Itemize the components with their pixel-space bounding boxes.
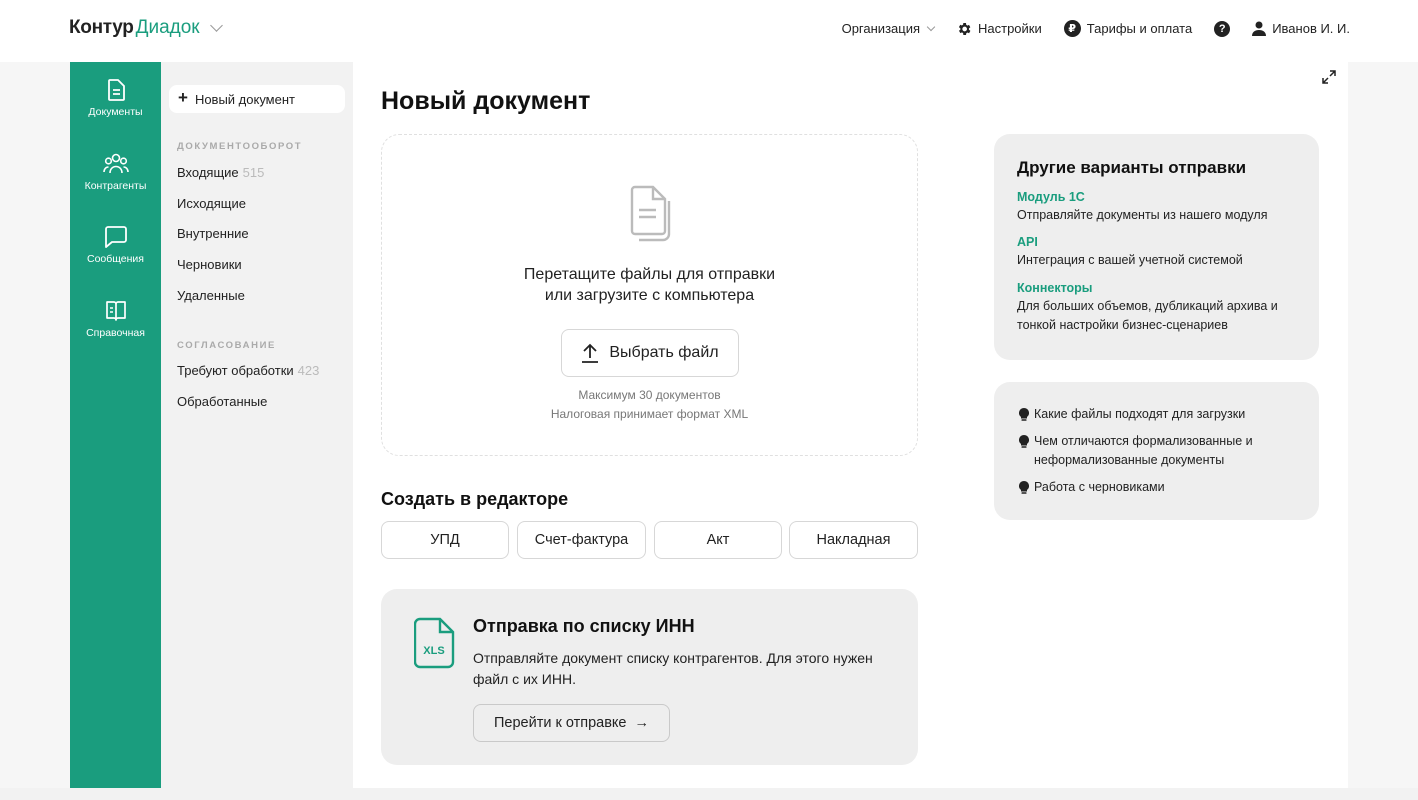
inn-card-description: Отправляйте документ списку контрагентов…: [473, 650, 873, 687]
app-rail: Документы Контрагенты Сообщения Справочн…: [70, 62, 161, 788]
rail-item-reference[interactable]: Справочная: [70, 299, 161, 339]
sidebar-item-outgoing[interactable]: Исходящие: [177, 196, 246, 211]
new-document-label: Новый документ: [194, 91, 295, 107]
template-act-button[interactable]: Акт: [654, 521, 782, 559]
go-to-sending-button[interactable]: Перейти к отправке →: [473, 704, 670, 742]
sidebar-item-processed[interactable]: Обработанные: [177, 394, 267, 409]
sidebar-item-count: 515: [242, 165, 265, 180]
inn-list-card: XLS Отправка по списку ИНН Отправляйте д…: [381, 589, 918, 765]
people-icon: [102, 153, 129, 174]
go-to-sending-label: Перейти к отправке: [494, 715, 627, 731]
chevron-down-icon: [926, 22, 936, 31]
rail-item-messages[interactable]: Сообщения: [70, 225, 161, 265]
settings-link[interactable]: Настройки: [956, 21, 1042, 37]
template-invoice-button[interactable]: Счет-фактура: [517, 521, 646, 559]
tip-label: Какие файлы подходят для загрузки: [1034, 407, 1246, 421]
app-logo[interactable]: Контур Диадок: [69, 17, 223, 39]
choose-file-button[interactable]: Выбрать файл: [561, 329, 739, 377]
sidebar-item-needs-processing[interactable]: Требуют обработки 423: [177, 363, 319, 378]
user-name: Иванов И. И.: [1272, 21, 1350, 36]
section-header-approval: СОГЛАСОВАНИЕ: [177, 340, 276, 351]
file-drop-zone[interactable]: Перетащите файлы для отправки или загруз…: [381, 134, 918, 456]
top-header: Контур Диадок Организация Настройки ₽ Та…: [0, 0, 1418, 62]
template-waybill-button[interactable]: Накладная: [789, 521, 918, 559]
drop-text-line1: Перетащите файлы для отправки: [523, 266, 776, 283]
option-link-1c[interactable]: Модуль 1С: [1017, 190, 1085, 204]
drop-text-line2: или загрузите с компьютера: [544, 287, 755, 304]
sidebar-item-label: Требуют обработки: [177, 363, 294, 378]
option-desc-api: Интеграция с вашей учетной системой: [1017, 253, 1243, 267]
template-upd-button[interactable]: УПД: [381, 521, 509, 559]
rail-label: Справочная: [86, 327, 145, 339]
billing-label: Тарифы и оплата: [1086, 21, 1193, 36]
main-content: Новый документ Перетащите файлы для отпр…: [353, 62, 1348, 788]
tips-card: Какие файлы подходят для загрузки Чем от…: [994, 382, 1319, 520]
logo-kontur: Контур: [69, 17, 134, 38]
sidebar-item-drafts[interactable]: Черновики: [177, 257, 242, 272]
inn-card-title: Отправка по списку ИНН: [473, 616, 695, 636]
sidebar-item-deleted[interactable]: Удаленные: [177, 288, 245, 303]
plus-icon: +: [178, 88, 188, 107]
help-button[interactable]: ?: [1214, 20, 1231, 37]
message-icon: [104, 226, 127, 248]
bottom-bar: [0, 788, 1418, 800]
drop-hint-format: Налоговая принимает формат XML: [550, 407, 749, 421]
rail-item-documents[interactable]: Документы: [70, 78, 161, 118]
xls-label: XLS: [423, 645, 444, 657]
option-desc-1c: Отправляйте документы из нашего модуля: [1017, 208, 1268, 222]
other-options-card: Другие варианты отправки Модуль 1С Отпра…: [994, 134, 1319, 360]
tip-label: Работа с черновиками: [1034, 480, 1165, 494]
option-link-connectors[interactable]: Коннекторы: [1017, 281, 1092, 295]
xls-file-icon: XLS: [414, 617, 455, 669]
sidebar-item-label: Входящие: [177, 165, 239, 180]
editor-section-title: Создать в редакторе: [381, 489, 569, 509]
book-icon: [105, 301, 126, 321]
help-icon: ?: [1214, 20, 1231, 37]
organization-menu[interactable]: Организация: [841, 21, 936, 36]
section-header-docflow: ДОКУМЕНТООБОРОТ: [177, 141, 303, 152]
tip-link[interactable]: Чем отличаются формализованные и неформа…: [1019, 432, 1264, 470]
top-nav: Организация Настройки ₽ Тарифы и оплата …: [820, 20, 1350, 37]
tip-link[interactable]: Какие файлы подходят для загрузки: [1019, 405, 1245, 424]
page-title: Новый документ: [381, 87, 591, 115]
new-document-button[interactable]: + Новый документ: [169, 85, 345, 113]
organization-label: Организация: [841, 21, 920, 36]
rail-label: Контрагенты: [84, 180, 147, 192]
tip-label: Чем отличаются формализованные и неформа…: [1034, 434, 1253, 467]
user-menu[interactable]: Иванов И. И.: [1252, 21, 1350, 36]
rail-label: Сообщения: [87, 253, 144, 265]
lightbulb-icon: [1019, 481, 1029, 494]
ruble-icon: ₽: [1063, 20, 1081, 37]
lightbulb-icon: [1019, 435, 1029, 448]
arrow-right-icon: →: [634, 715, 650, 731]
option-desc-connectors: Для больших объемов, дубликаций архива и…: [1017, 299, 1278, 332]
expand-icon[interactable]: [1322, 70, 1336, 84]
document-icon: [107, 79, 125, 101]
logo-diadok: Диадок: [135, 17, 200, 38]
rail-item-contractors[interactable]: Контрагенты: [70, 152, 161, 192]
rail-label: Документы: [88, 106, 143, 118]
choose-file-label: Выбрать файл: [609, 344, 719, 361]
upload-icon: [582, 343, 599, 363]
billing-link[interactable]: ₽ Тарифы и оплата: [1063, 20, 1193, 37]
settings-label: Настройки: [978, 21, 1042, 36]
gear-icon: [958, 22, 971, 35]
tip-link[interactable]: Работа с черновиками: [1019, 478, 1165, 497]
sidebar-item-internal[interactable]: Внутренние: [177, 226, 249, 241]
option-link-api[interactable]: API: [1017, 235, 1038, 249]
sidebar-item-incoming[interactable]: Входящие 515: [177, 165, 264, 180]
document-stack-icon: [630, 185, 671, 242]
lightbulb-icon: [1019, 408, 1029, 421]
drop-hint-max: Максимум 30 документов: [578, 388, 721, 402]
chevron-down-icon[interactable]: [209, 19, 223, 32]
user-icon: [1252, 21, 1267, 36]
sidebar: + Новый документ ДОКУМЕНТООБОРОТ Входящи…: [161, 62, 353, 788]
other-options-title: Другие варианты отправки: [1017, 158, 1247, 177]
sidebar-item-count: 423: [297, 363, 320, 378]
